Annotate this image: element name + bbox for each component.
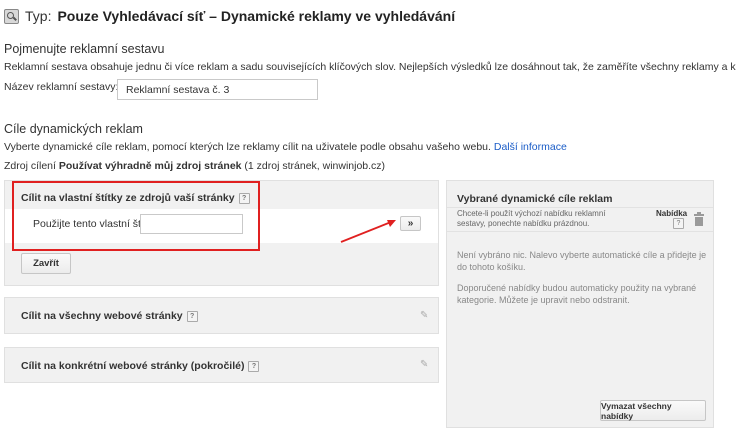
default-bid-text: Chcete-li použít výchozí nabídku reklamn… bbox=[457, 209, 606, 228]
help-icon[interactable]: ? bbox=[673, 218, 684, 229]
campaign-type-value: Pouze Vyhledávací síť – Dynamické reklam… bbox=[57, 8, 456, 24]
edit-pencil-icon[interactable]: ✎ bbox=[420, 360, 430, 370]
ad-group-name-input[interactable]: Reklamní sestava č. 3 bbox=[117, 79, 318, 100]
all-pages-title-row: Cílit na všechny webové stránky? bbox=[21, 310, 198, 322]
ad-group-name-label: Název reklamní sestavy: bbox=[4, 81, 119, 93]
close-button[interactable]: Zavřít bbox=[21, 253, 71, 274]
specific-pages-title: Cílit na konkrétní webové stránky (pokro… bbox=[21, 360, 245, 372]
targeting-source-row: Zdroj cílení Používat výhradně můj zdroj… bbox=[4, 160, 385, 172]
dynamic-targets-description: Vyberte dynamické cíle reklam, pomocí kt… bbox=[4, 141, 491, 153]
help-icon[interactable]: ? bbox=[248, 360, 260, 372]
highlight-arrow bbox=[340, 220, 396, 243]
empty-selection-text: Není vybráno nic. Nalevo vyberte automat… bbox=[457, 250, 707, 272]
more-info-link[interactable]: Další informace bbox=[494, 141, 567, 153]
divider bbox=[447, 231, 713, 232]
all-pages-title: Cílit na všechny webové stránky bbox=[21, 310, 183, 322]
divider bbox=[447, 207, 713, 208]
ad-group-name-description: Reklamní sestava obsahuje jednu či více … bbox=[4, 61, 736, 73]
clear-all-bids-button[interactable]: Vymazat všechny nabídky bbox=[600, 400, 706, 421]
edit-pencil-icon[interactable]: ✎ bbox=[420, 311, 430, 321]
targeting-source-prefix: Zdroj cílení bbox=[4, 160, 56, 172]
help-icon[interactable]: ? bbox=[186, 310, 198, 322]
bid-header: Nabídka bbox=[656, 209, 688, 218]
targeting-source-suffix: (1 zdroj stránek, winwinjob.cz) bbox=[244, 160, 386, 172]
recommended-bids-text: Doporučené nabídky budou automaticky pou… bbox=[457, 283, 697, 305]
targeting-source-value: Používat výhradně můj zdroj stránek bbox=[58, 160, 242, 172]
trash-icon[interactable] bbox=[693, 212, 705, 226]
highlight-box bbox=[12, 181, 260, 251]
selected-targets-title: Vybrané dynamické cíle reklam bbox=[457, 193, 613, 205]
ad-group-name-value: Reklamní sestava č. 3 bbox=[126, 83, 230, 96]
selected-targets-panel: Vybrané dynamické cíle reklam Chcete-li … bbox=[446, 180, 714, 428]
all-pages-panel[interactable]: Cílit na všechny webové stránky? ✎ bbox=[4, 297, 439, 334]
specific-pages-title-row: Cílit na konkrétní webové stránky (pokro… bbox=[21, 360, 260, 372]
dynamic-targets-title: Cíle dynamických reklam bbox=[4, 122, 143, 136]
add-target-button[interactable]: » bbox=[400, 216, 421, 231]
type-label: Typ: bbox=[25, 8, 52, 24]
search-network-icon bbox=[4, 8, 19, 24]
type-row: Typ: Pouze Vyhledávací síť – Dynamické r… bbox=[4, 8, 455, 24]
dynamic-targets-description-row: Vyberte dynamické cíle reklam, pomocí kt… bbox=[4, 141, 567, 153]
ad-group-name-title: Pojmenujte reklamní sestavu bbox=[4, 42, 165, 56]
specific-pages-panel[interactable]: Cílit na konkrétní webové stránky (pokro… bbox=[4, 347, 439, 383]
